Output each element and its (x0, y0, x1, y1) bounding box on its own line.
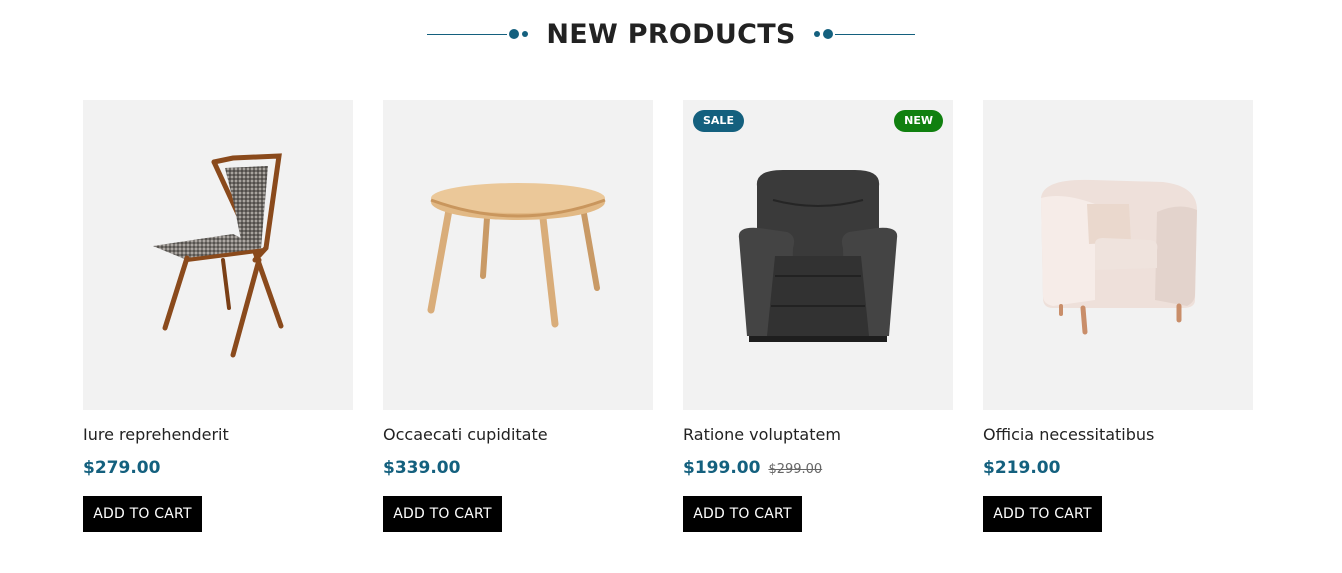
section-heading: NEW PRODUCTS (0, 14, 1342, 54)
tub-armchair-icon (1041, 179, 1197, 335)
heading-right-dots (813, 29, 833, 39)
section-title: NEW PRODUCTS (546, 18, 796, 50)
product-image-link[interactable]: SALE NEW (683, 100, 953, 410)
product-price: $199.00 (683, 458, 761, 478)
add-to-cart-button[interactable]: ADD TO CART (683, 496, 802, 532)
product-name[interactable]: Iure reprehenderit (83, 424, 353, 446)
leather-recliner-icon (738, 170, 898, 342)
new-badge: NEW (894, 110, 943, 132)
product-price: $339.00 (383, 458, 461, 478)
add-to-cart-button[interactable]: ADD TO CART (383, 496, 502, 532)
product-card: Officia necessitatibus $219.00 ADD TO CA… (983, 100, 1253, 532)
sale-badge: SALE (693, 110, 744, 132)
add-to-cart-button[interactable]: ADD TO CART (83, 496, 202, 532)
price-row: $279.00 (83, 458, 353, 480)
heading-left-line (427, 33, 508, 35)
add-to-cart-button[interactable]: ADD TO CART (983, 496, 1102, 532)
price-row: $219.00 (983, 458, 1253, 480)
product-card: Iure reprehenderit $279.00 ADD TO CART (83, 100, 353, 532)
price-row: $199.00 $299.00 (683, 458, 953, 480)
product-grid: Iure reprehenderit $279.00 ADD TO CART O… (83, 100, 1253, 532)
product-image-link[interactable] (983, 100, 1253, 410)
product-name[interactable]: Occaecati cupiditate (383, 424, 653, 446)
product-name[interactable]: Officia necessitatibus (983, 424, 1253, 446)
product-old-price: $299.00 (768, 462, 823, 477)
product-price: $219.00 (983, 458, 1061, 478)
wooden-chair-icon (153, 153, 284, 358)
product-card: Occaecati cupiditate $339.00 ADD TO CART (383, 100, 653, 532)
product-image-link[interactable] (383, 100, 653, 410)
round-table-icon (427, 183, 606, 328)
heading-right-line (834, 33, 915, 35)
product-image-link[interactable] (83, 100, 353, 410)
product-name[interactable]: Ratione voluptatem (683, 424, 953, 446)
product-price: $279.00 (83, 458, 161, 478)
product-card: SALE NEW Ratione voluptatem $199.00 $299… (683, 100, 953, 532)
price-row: $339.00 (383, 458, 653, 480)
heading-left-dots (509, 29, 529, 39)
